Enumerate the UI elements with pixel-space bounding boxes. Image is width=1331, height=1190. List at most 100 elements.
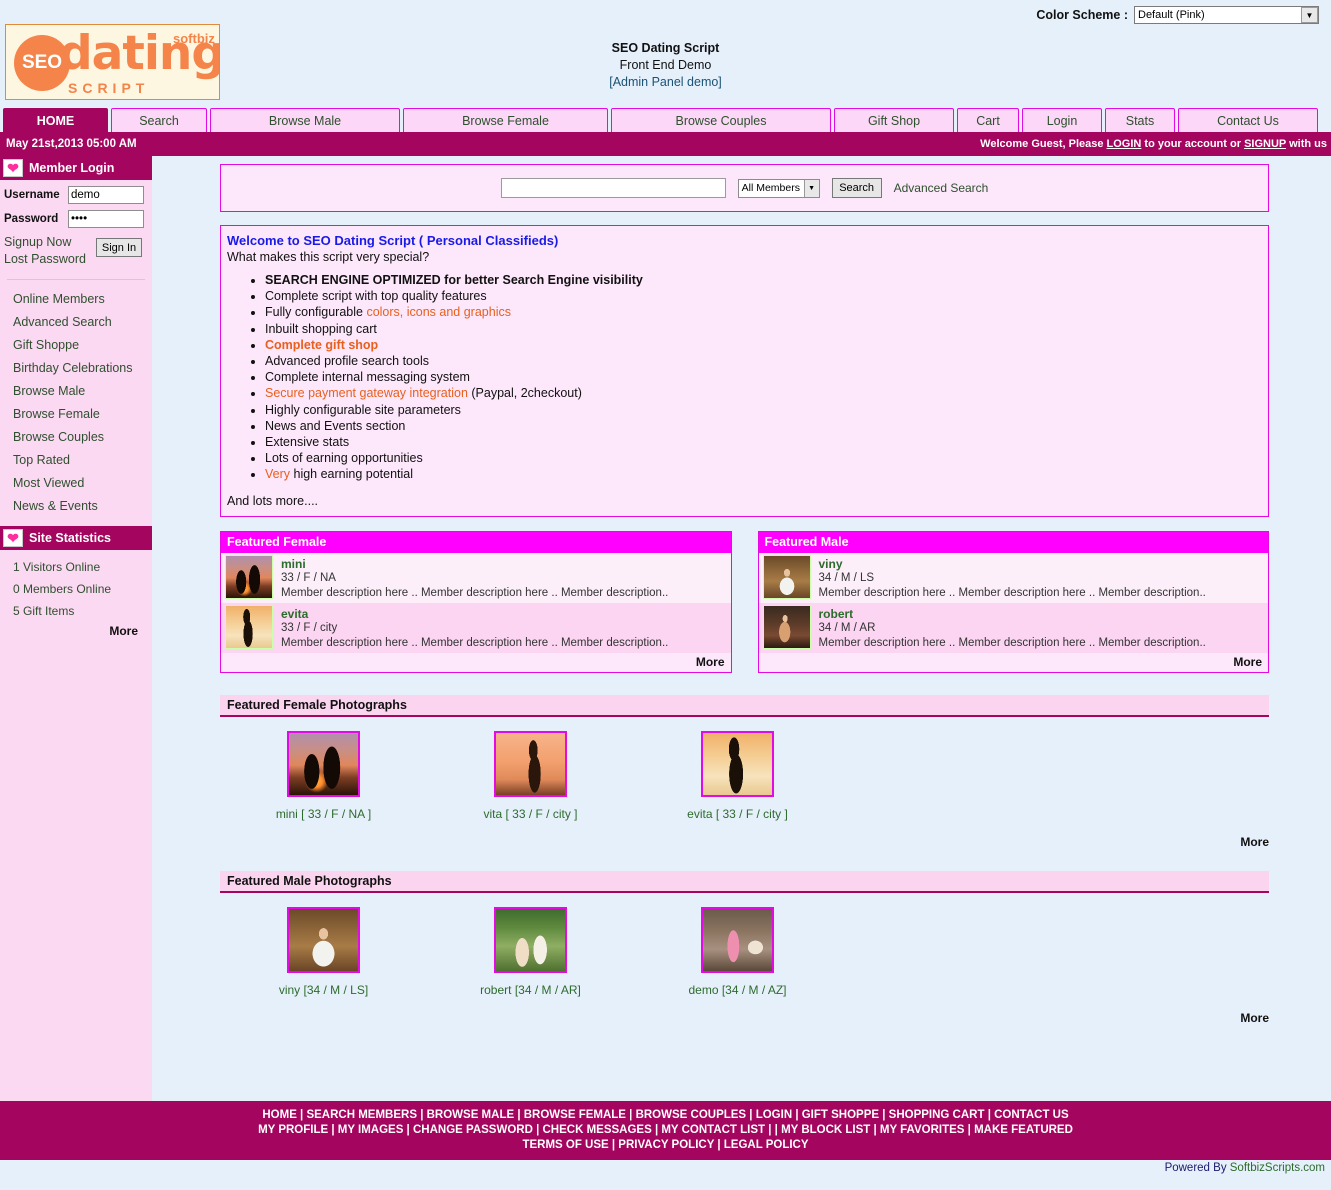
featured-male-title: Featured Male bbox=[758, 531, 1268, 553]
chevron-down-icon[interactable]: ▼ bbox=[803, 179, 819, 197]
color-scheme-select[interactable]: Default (Pink) ▼ bbox=[1134, 6, 1319, 24]
nav-tab-browse-couples[interactable]: Browse Couples bbox=[611, 108, 831, 132]
featured-male-list: viny 34 / M / LS Member description here .… bbox=[758, 552, 1268, 653]
welcome-subtitle: What makes this script very special? bbox=[227, 250, 430, 264]
member-photo-thumbnail[interactable] bbox=[287, 906, 360, 973]
member-thumbnail[interactable] bbox=[762, 554, 811, 599]
member-photo-thumbnail[interactable] bbox=[701, 730, 774, 797]
signup-now-link[interactable]: Signup Now bbox=[4, 234, 86, 251]
member-name[interactable]: mini bbox=[281, 557, 668, 571]
female-photos-more-link[interactable]: More bbox=[220, 821, 1269, 849]
login-link[interactable]: LOGIN bbox=[1107, 138, 1142, 150]
sidebar-item-top-rated[interactable]: Top Rated bbox=[0, 449, 152, 472]
member-photo-thumbnail[interactable] bbox=[494, 906, 567, 973]
member-photo-thumbnail[interactable] bbox=[287, 730, 360, 797]
member-photo-caption[interactable]: viny [34 / M / LS] bbox=[220, 983, 427, 997]
site-statistics-more-link[interactable]: More bbox=[0, 622, 152, 642]
featured-male-photographs-title: Featured Male Photographs bbox=[220, 870, 1269, 893]
feature-list-item: Secure payment gateway integration (Payp… bbox=[265, 385, 1260, 401]
member-login-header: ❤ Member Login bbox=[0, 156, 152, 180]
nav-tab-gift-shop[interactable]: Gift Shop bbox=[834, 108, 954, 132]
sidebar-item-advanced-search[interactable]: Advanced Search bbox=[0, 311, 152, 334]
signup-link[interactable]: SIGNUP bbox=[1244, 138, 1286, 150]
body-wrapper: ❤ Member Login Username Password Signup … bbox=[0, 156, 1331, 1101]
nav-tab-search[interactable]: Search bbox=[111, 108, 207, 132]
sidebar-item-gift-shoppe[interactable]: Gift Shoppe bbox=[0, 334, 152, 357]
member-photo-caption[interactable]: demo [34 / M / AZ] bbox=[634, 983, 841, 997]
featured-member-row[interactable]: robert 34 / M / AR Member description here… bbox=[758, 602, 1268, 653]
sidebar-item-browse-male[interactable]: Browse Male bbox=[0, 380, 152, 403]
color-scheme-label: Color Scheme : bbox=[1036, 8, 1128, 22]
sidebar-item-most-viewed[interactable]: Most Viewed bbox=[0, 472, 152, 495]
feature-list-item: Very high earning potential bbox=[265, 466, 1260, 482]
password-input[interactable] bbox=[68, 210, 144, 228]
nav-tab-stats[interactable]: Stats bbox=[1105, 108, 1175, 132]
footer-links-line-1[interactable]: HOME | SEARCH MEMBERS | BROWSE MALE | BR… bbox=[0, 1108, 1331, 1123]
member-name[interactable]: robert bbox=[819, 607, 1206, 621]
featured-female-photo-grid: mini [ 33 / F / NA ] vita [ 33 / F / city… bbox=[220, 717, 1269, 821]
color-scheme-bar: Color Scheme : Default (Pink) ▼ bbox=[0, 0, 1331, 26]
welcome-guest-text: Welcome Guest, Please LOGIN to your acco… bbox=[980, 138, 1327, 150]
member-meta: mini 33 / F / NA Member description here .… bbox=[281, 555, 668, 601]
nav-tab-browse-female[interactable]: Browse Female bbox=[403, 108, 608, 132]
member-photo-caption[interactable]: evita [ 33 / F / city ] bbox=[634, 807, 841, 821]
feature-list-item: Lots of earning opportunities bbox=[265, 450, 1260, 466]
featured-member-row[interactable]: mini 33 / F / NA Member description here .… bbox=[221, 552, 731, 603]
nav-tab-cart[interactable]: Cart bbox=[957, 108, 1019, 132]
nav-tab-login[interactable]: Login bbox=[1022, 108, 1102, 132]
member-photo-caption[interactable]: mini [ 33 / F / NA ] bbox=[220, 807, 427, 821]
featured-member-row[interactable]: viny 34 / M / LS Member description here .… bbox=[758, 552, 1268, 603]
member-thumbnail[interactable] bbox=[225, 604, 273, 649]
sidebar-item-birthday-celebrations[interactable]: Birthday Celebrations bbox=[0, 357, 152, 380]
advanced-search-link[interactable]: Advanced Search bbox=[894, 181, 989, 195]
featured-female-list: mini 33 / F / NA Member description here .… bbox=[221, 552, 731, 653]
male-photos-more-link[interactable]: More bbox=[220, 997, 1269, 1025]
member-age-gender-location: 33 / F / NA bbox=[281, 571, 336, 584]
softbiz-scripts-link[interactable]: SoftbizScripts.com bbox=[1230, 1162, 1325, 1174]
sidebar-item-browse-female[interactable]: Browse Female bbox=[0, 403, 152, 426]
member-photo-thumbnail[interactable] bbox=[701, 906, 774, 973]
sidebar-item-online-members[interactable]: Online Members bbox=[0, 288, 152, 311]
search-input[interactable] bbox=[500, 178, 726, 198]
member-description: Member description here .. Member descri… bbox=[281, 586, 669, 599]
nav-tab-label: Browse Male bbox=[268, 113, 342, 128]
search-scope-select[interactable]: All Members ▼ bbox=[737, 178, 820, 198]
featured-female-more-link[interactable]: More bbox=[221, 653, 731, 672]
nav-tab-browse-male[interactable]: Browse Male bbox=[210, 108, 400, 132]
sidebar-item-news-events[interactable]: News & Events bbox=[0, 495, 152, 518]
lost-password-link[interactable]: Lost Password bbox=[4, 251, 86, 268]
search-button[interactable]: Search bbox=[831, 178, 882, 198]
welcome-middle: to your account or bbox=[1141, 138, 1245, 150]
left-sidebar: ❤ Member Login Username Password Signup … bbox=[0, 156, 152, 1101]
site-statistics-title: Site Statistics bbox=[29, 531, 111, 545]
member-photo-caption[interactable]: vita [ 33 / F / city ] bbox=[427, 807, 634, 821]
member-age-gender-location: 33 / F / city bbox=[281, 621, 338, 634]
nav-tab-label: Stats bbox=[1125, 113, 1155, 128]
nav-tab-label: Cart bbox=[976, 113, 1000, 128]
sidebar-item-browse-couples[interactable]: Browse Couples bbox=[0, 426, 152, 449]
member-description: Member description here .. Member descri… bbox=[818, 636, 1206, 649]
member-name[interactable]: evita bbox=[281, 607, 668, 621]
member-thumbnail[interactable] bbox=[225, 554, 273, 599]
member-photo-thumbnail[interactable] bbox=[494, 730, 567, 797]
password-label: Password bbox=[4, 213, 59, 225]
username-input[interactable] bbox=[68, 186, 144, 204]
member-photo-caption[interactable]: robert [34 / M / AR] bbox=[427, 983, 634, 997]
color-scheme-value: Default (Pink) bbox=[1138, 9, 1205, 21]
member-thumbnail[interactable] bbox=[762, 604, 811, 649]
featured-female-panel: Featured Female mini 33 / F / NA Member de… bbox=[220, 530, 732, 673]
nav-tab-contact-us[interactable]: Contact Us bbox=[1178, 108, 1318, 132]
welcome-title: Welcome to SEO Dating Script ( Personal … bbox=[227, 233, 559, 248]
nav-tab-label: Browse Female bbox=[462, 113, 549, 128]
search-scope-value: All Members bbox=[741, 182, 800, 194]
footer-links-line-2[interactable]: MY PROFILE | MY IMAGES | CHANGE PASSWORD… bbox=[0, 1123, 1331, 1138]
chevron-down-icon[interactable]: ▼ bbox=[1301, 7, 1318, 23]
member-name[interactable]: viny bbox=[819, 557, 1206, 571]
admin-panel-demo-link[interactable]: [Admin Panel demo] bbox=[0, 74, 1331, 91]
current-datetime: May 21st,2013 05:00 AM bbox=[6, 138, 137, 150]
featured-member-row[interactable]: evita 33 / F / city Member description her… bbox=[221, 602, 731, 653]
sign-in-button[interactable]: Sign In bbox=[96, 238, 142, 257]
nav-tab-home[interactable]: HOME bbox=[3, 108, 108, 132]
footer-links-line-3[interactable]: TERMS OF USE | PRIVACY POLICY | LEGAL PO… bbox=[0, 1138, 1331, 1153]
featured-male-more-link[interactable]: More bbox=[759, 653, 1269, 672]
